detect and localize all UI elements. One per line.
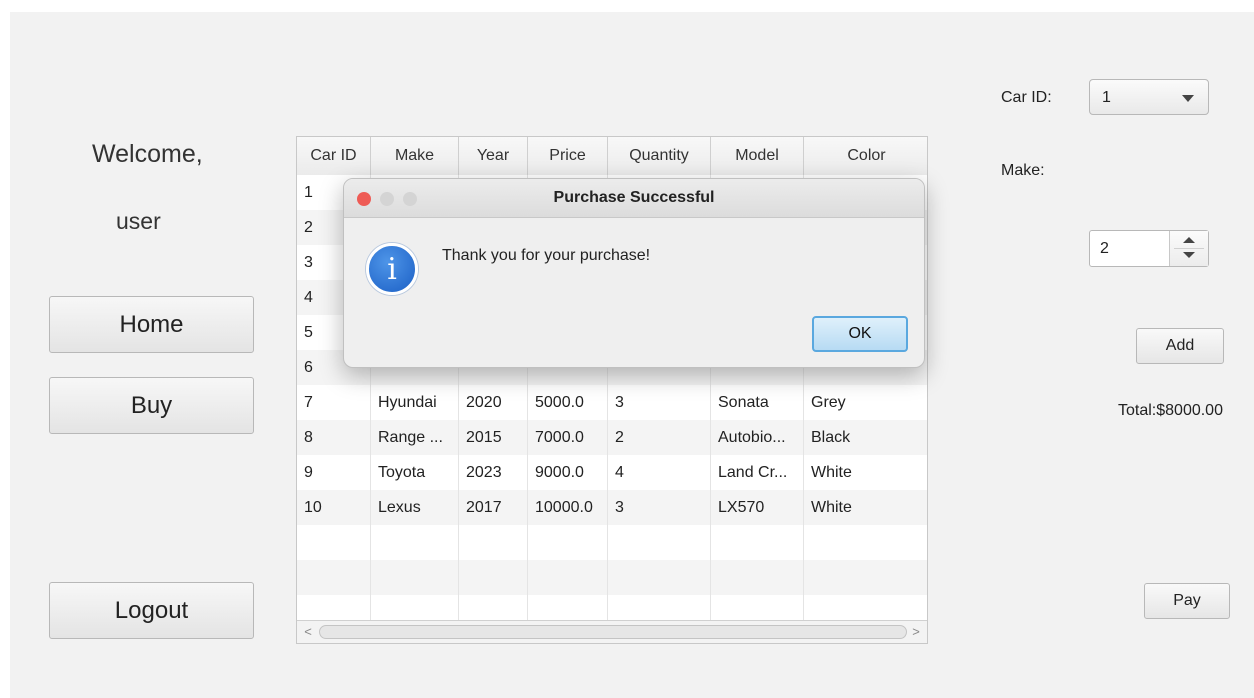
column-header-quantity[interactable]: Quantity	[608, 137, 711, 175]
scroll-right-icon[interactable]: >	[907, 621, 925, 643]
column-header-color[interactable]: Color	[804, 137, 927, 175]
table-row[interactable]: 10 Lexus 2017 10000.0 3 LX570 White	[297, 490, 927, 525]
table-cell: 2	[608, 420, 711, 455]
pay-button[interactable]: Pay	[1144, 583, 1230, 619]
table-cell	[804, 525, 927, 560]
car-id-label: Car ID:	[1001, 89, 1052, 106]
buy-button[interactable]: Buy	[49, 377, 254, 434]
total-text: Total:$8000.00	[1118, 402, 1223, 419]
table-cell: 9000.0	[528, 455, 608, 490]
table-cell: 4	[608, 455, 711, 490]
column-header-make[interactable]: Make	[371, 137, 459, 175]
table-cell: Grey	[811, 394, 846, 411]
table-cell: 2015	[459, 420, 528, 455]
quantity-stepper[interactable]: 2	[1089, 230, 1209, 267]
decrement-arrow-icon[interactable]	[1183, 252, 1195, 258]
column-header-price[interactable]: Price	[528, 137, 608, 175]
table-cell: Autobio...	[711, 420, 804, 455]
table-cell: 5000.0	[528, 385, 608, 420]
table-cell: Hyundai	[371, 385, 459, 420]
table-cell: 7000.0	[528, 420, 608, 455]
table-cell: Land Cr...	[711, 455, 804, 490]
table-cell: 3	[608, 385, 711, 420]
table-cell: Black	[811, 429, 851, 446]
table-row[interactable]: 8 Range ... 2015 7000.0 2 Autobio... Black	[297, 420, 927, 455]
table-cell: 10	[297, 490, 371, 525]
dialog-message: Thank you for your purchase!	[442, 247, 651, 264]
table-cell	[459, 560, 528, 595]
empty-table-row[interactable]	[297, 560, 927, 595]
dialog-title: Purchase Successful	[553, 189, 715, 206]
table-cell: White	[811, 464, 852, 481]
table-cell	[371, 525, 459, 560]
purchase-dialog: Purchase Successful i Thank you for your…	[343, 178, 925, 368]
column-header-car-id[interactable]: Car ID	[297, 137, 371, 175]
horizontal-scrollbar[interactable]: < >	[297, 620, 927, 643]
stepper-divider	[1174, 248, 1204, 249]
table-cell: Range ...	[371, 420, 459, 455]
table-cell	[297, 525, 371, 560]
table-row[interactable]: 7 Hyundai 2020 5000.0 3 Sonata Grey	[297, 385, 927, 420]
table-cell: 8	[297, 420, 371, 455]
table-header: Car ID Make Year Price Quantity Model Co…	[297, 137, 927, 176]
quantity-value[interactable]: 2	[1100, 240, 1109, 258]
stepper-buttons	[1169, 231, 1208, 266]
table-cell: Lexus	[371, 490, 459, 525]
car-id-select-value: 1	[1102, 89, 1111, 106]
scrollbar-thumb[interactable]	[319, 625, 907, 639]
table-cell: 2017	[459, 490, 528, 525]
chevron-down-icon	[1182, 95, 1194, 102]
home-button[interactable]: Home	[49, 296, 254, 353]
table-cell: 10000.0	[528, 490, 608, 525]
table-cell	[371, 560, 459, 595]
username-text: user	[116, 208, 161, 234]
table-cell	[711, 525, 804, 560]
table-row[interactable]: 9 Toyota 2023 9000.0 4 Land Cr... White	[297, 455, 927, 490]
table-cell: White	[811, 499, 852, 516]
car-id-select[interactable]: 1	[1089, 79, 1209, 115]
table-cell: 7	[297, 385, 371, 420]
add-button[interactable]: Add	[1136, 328, 1224, 364]
table-cell: 3	[608, 490, 711, 525]
table-cell: LX570	[711, 490, 804, 525]
table-cell: 9	[297, 455, 371, 490]
column-header-model[interactable]: Model	[711, 137, 804, 175]
table-cell	[528, 560, 608, 595]
dialog-title-bar: Purchase Successful	[344, 179, 924, 218]
table-cell	[608, 525, 711, 560]
table-cell: 2023	[459, 455, 528, 490]
logout-button[interactable]: Logout	[49, 582, 254, 639]
scroll-left-icon[interactable]: <	[299, 621, 317, 643]
table-cell: 2020	[459, 385, 528, 420]
table-cell	[608, 560, 711, 595]
ok-button[interactable]: OK	[812, 316, 908, 352]
welcome-text: Welcome,	[92, 140, 203, 168]
increment-arrow-icon[interactable]	[1183, 237, 1195, 243]
table-cell	[459, 525, 528, 560]
table-cell: Toyota	[371, 455, 459, 490]
table-cell	[711, 560, 804, 595]
table-cell	[804, 560, 927, 595]
table-cell	[528, 525, 608, 560]
make-label: Make:	[1001, 162, 1045, 179]
column-header-year[interactable]: Year	[459, 137, 528, 175]
table-cell: Sonata	[711, 385, 804, 420]
empty-table-row[interactable]	[297, 525, 927, 560]
table-cell	[297, 560, 371, 595]
info-icon: i	[366, 243, 418, 295]
